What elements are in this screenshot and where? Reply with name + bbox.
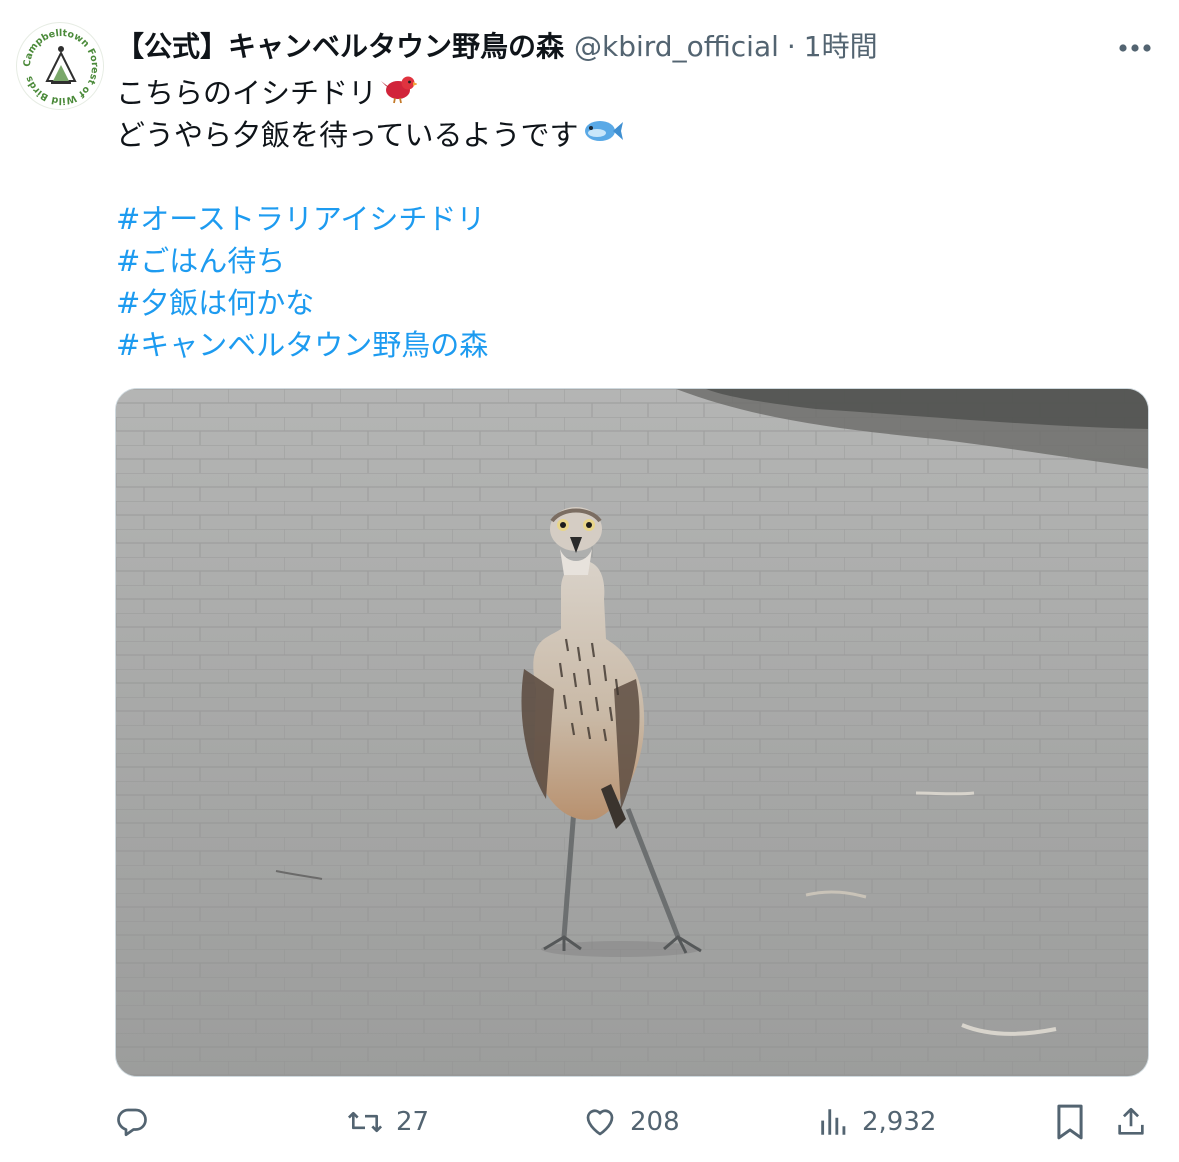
separator-dot: · [786,30,796,63]
tweet-line-2: どうやら夕飯を待っているようです [116,114,1146,156]
retweet-count: 27 [396,1107,430,1137]
views-button[interactable]: 2,932 [818,1092,936,1152]
more-dots-icon [1119,44,1151,52]
user-handle[interactable]: @kbird_official [574,24,779,70]
bookmark-button[interactable] [1054,1092,1086,1152]
tweet-text: こちらのイシチドリ どうやら夕飯を待っているようです #オーストラリアイシチドリ… [116,72,1146,366]
retweet-icon [347,1111,383,1133]
bookmark-icon [1057,1104,1083,1140]
avatar[interactable]: Campbelltown Forest of Wild Birds [16,22,104,110]
bird-emoji-icon [381,72,419,115]
avatar-logo-icon: Campbelltown Forest of Wild Birds [19,25,103,109]
reply-button[interactable] [114,1092,150,1152]
hashtag-link[interactable]: #キャンベルタウン野鳥の森 [116,324,488,366]
hashtag-link[interactable]: #ごはん待ち [116,240,285,282]
views-icon [821,1109,846,1135]
retweet-button[interactable]: 27 [346,1092,429,1152]
hashtag-link[interactable]: #夕飯は何かな [116,282,314,324]
tweet[interactable]: Campbelltown Forest of Wild Birds 【公式】キャ… [0,0,1179,1162]
stone-curlew-photo [116,389,1148,1076]
fish-emoji-icon [583,114,623,156]
reply-icon [117,1108,147,1137]
views-count: 2,932 [862,1107,937,1137]
share-button[interactable] [1114,1092,1148,1152]
more-options-button[interactable] [1113,30,1157,66]
timestamp[interactable]: 1時間 [804,24,878,70]
tweet-line-1: こちらのイシチドリ [116,72,1146,114]
share-icon [1118,1107,1144,1135]
tweet-header: 【公式】キャンベルタウン野鳥の森 @kbird_official · 1時間 [116,24,878,70]
hashtag-link[interactable]: #オーストラリアイシチドリ [116,198,485,240]
tweet-line-1-text: こちらのイシチドリ [116,76,378,110]
display-name[interactable]: 【公式】キャンベルタウン野鳥の森 [116,24,564,70]
action-bar: 27 208 2,932 [0,1092,1179,1152]
heart-icon [586,1109,614,1136]
tweet-photo[interactable] [115,388,1149,1077]
tweet-line-2-text: どうやら夕飯を待っているようです [116,118,579,152]
like-button[interactable]: 208 [582,1092,680,1152]
like-count: 208 [630,1107,680,1137]
